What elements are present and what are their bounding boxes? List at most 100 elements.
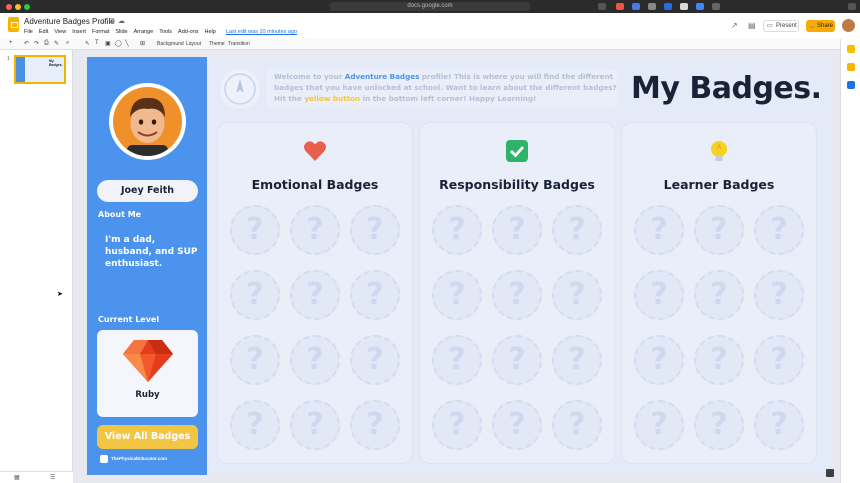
locked-badge[interactable]: ? [754,205,804,255]
locked-badge[interactable]: ? [432,335,482,385]
locked-badge[interactable]: ? [350,335,400,385]
locked-badge[interactable]: ? [230,335,280,385]
url-bar[interactable]: docs.google.com [330,2,530,11]
menu-item-insert[interactable]: Insert [72,29,86,35]
locked-badge[interactable]: ? [350,400,400,450]
extension-icon[interactable] [680,3,688,10]
minimize-window-dot[interactable] [15,4,21,10]
grid-view-icon[interactable]: ▦ [14,474,20,481]
menu-item-file[interactable]: File [24,29,33,35]
zoom-icon[interactable]: ⌕ [66,40,69,47]
brand-logo-icon [100,455,108,463]
extension-icon[interactable] [696,3,704,10]
locked-badge[interactable]: ? [350,270,400,320]
undo-icon[interactable]: ↶ [24,40,29,47]
text-box-icon[interactable]: T [95,40,99,46]
locked-badge[interactable]: ? [432,270,482,320]
share-button[interactable]: Share [806,20,835,32]
slide-number: 1 [7,56,10,62]
locked-badge[interactable]: ? [290,270,340,320]
slide-thumbnail[interactable]: My Badges. [14,55,66,84]
thumbnail-sidebar [16,57,25,82]
lightbulb-icon [711,141,727,161]
transition-button[interactable]: Transition [228,41,250,47]
close-window-dot[interactable] [6,4,12,10]
slide[interactable]: Joey Feith About Me I'm a dad, husband, … [87,57,832,475]
redo-icon[interactable]: ↷ [34,40,39,47]
locked-badge[interactable]: ? [492,270,542,320]
extension-icon[interactable] [598,3,606,10]
activity-dashboard-icon[interactable]: ↗ [731,21,738,30]
view-all-badges-button[interactable]: View All Badges [97,425,198,449]
calendar-icon[interactable] [847,45,855,53]
locked-badge[interactable]: ? [552,205,602,255]
extension-icon[interactable] [664,3,672,10]
extension-icon[interactable] [712,3,720,10]
locked-badge[interactable]: ? [694,270,744,320]
locked-badge[interactable]: ? [552,270,602,320]
badge-column-learner: Learner Badges ???????????? [622,123,816,463]
menu-item-help[interactable]: Help [205,29,216,35]
extension-icon[interactable] [632,3,640,10]
tasks-icon[interactable] [847,81,855,89]
select-icon[interactable]: ↖ [85,40,90,47]
locked-badge[interactable]: ? [634,335,684,385]
locked-badge[interactable]: ? [230,270,280,320]
locked-badge[interactable]: ? [492,400,542,450]
locked-badge[interactable]: ? [634,400,684,450]
menu-item-format[interactable]: Format [92,29,109,35]
locked-badge[interactable]: ? [350,205,400,255]
locked-badge[interactable]: ? [290,335,340,385]
menu-item-view[interactable]: View [54,29,66,35]
locked-badge[interactable]: ? [634,270,684,320]
slides-logo-icon[interactable] [8,17,19,32]
locked-badge[interactable]: ? [694,205,744,255]
new-slide-icon[interactable]: + [9,40,13,46]
locked-badge[interactable]: ? [492,205,542,255]
explore-icon[interactable] [826,469,834,477]
comments-icon[interactable]: ▤ [748,21,756,30]
filmstrip-view-icon[interactable]: ☰ [50,474,55,481]
maximize-window-dot[interactable] [24,4,30,10]
line-icon[interactable]: ╲ [125,40,129,47]
menu-item-tools[interactable]: Tools [159,29,172,35]
locked-badge[interactable]: ? [492,335,542,385]
last-edit-link[interactable]: Last edit was 10 minutes ago [226,29,297,35]
star-icon[interactable]: ☆ [100,17,106,25]
locked-badge[interactable]: ? [754,335,804,385]
locked-badge[interactable]: ? [230,400,280,450]
locked-badge[interactable]: ? [552,400,602,450]
locked-badge[interactable]: ? [230,205,280,255]
user-avatar[interactable] [842,19,855,32]
locked-badge[interactable]: ? [432,205,482,255]
locked-badge[interactable]: ? [694,335,744,385]
current-level-card: Ruby [97,330,198,417]
menu-item-addons[interactable]: Add-ons [178,29,199,35]
shape-icon[interactable]: ◯ [115,40,122,47]
menu-item-edit[interactable]: Edit [39,29,48,35]
locked-badge[interactable]: ? [290,205,340,255]
keep-icon[interactable] [847,63,855,71]
locked-badge[interactable]: ? [694,400,744,450]
locked-badge[interactable]: ? [290,400,340,450]
comment-add-icon[interactable]: ⊞ [140,40,145,47]
locked-badge[interactable]: ? [432,400,482,450]
menu-item-slide[interactable]: Slide [115,29,127,35]
extension-icon[interactable] [616,3,624,10]
extension-icon[interactable] [648,3,656,10]
avatar-portrait [113,87,182,156]
add-tab-icon[interactable] [848,3,856,10]
locked-badge[interactable]: ? [754,400,804,450]
background-button[interactable]: Background [157,41,184,47]
image-icon[interactable]: ▣ [105,40,111,47]
layout-button[interactable]: Layout [186,41,201,47]
locked-badge[interactable]: ? [754,270,804,320]
move-folder-icon[interactable]: ⊡ [109,17,115,25]
present-button[interactable]: Present [763,20,799,32]
print-icon[interactable]: ⎙ [44,40,49,47]
menu-item-arrange[interactable]: Arrange [134,29,154,35]
locked-badge[interactable]: ? [634,205,684,255]
paint-format-icon[interactable]: ✎ [54,40,59,47]
locked-badge[interactable]: ? [552,335,602,385]
theme-button[interactable]: Theme [209,41,225,47]
